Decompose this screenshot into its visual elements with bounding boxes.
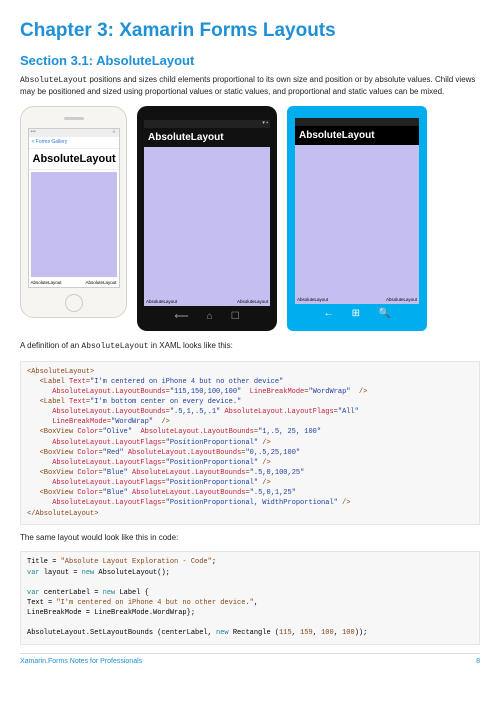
label-bl: AbsoluteLayout xyxy=(297,297,328,303)
page-number: 8 xyxy=(476,657,480,666)
csharp-code-block: Title = "Absolute Layout Exploration - C… xyxy=(20,551,480,644)
code-caption: The same layout would look like this in … xyxy=(20,533,480,544)
chapter-title: Chapter 3: Xamarin Forms Layouts xyxy=(20,18,480,44)
app-title: AbsoluteLayout xyxy=(295,126,419,146)
label-bl: AbsoluteLayout xyxy=(31,280,62,286)
breadcrumb: < Forms Gallery xyxy=(29,137,119,149)
android-mockup: ▾ ▪ AbsoluteLayout AbsoluteLayout Absolu… xyxy=(137,106,277,331)
xaml-code-block: <AbsoluteLayout> <Label Text="I'm center… xyxy=(20,361,480,525)
iphone-mockup: •••⏚ < Forms Gallery AbsoluteLayout Abso… xyxy=(20,106,127,318)
app-title: AbsoluteLayout xyxy=(29,149,119,171)
section-title: Section 3.1: AbsoluteLayout xyxy=(20,52,480,70)
xaml-caption: A definition of an AbsoluteLayout in XAM… xyxy=(20,341,480,353)
label-br: AbsoluteLayout xyxy=(386,297,417,303)
device-mockups: •••⏚ < Forms Gallery AbsoluteLayout Abso… xyxy=(20,106,480,331)
label-br: AbsoluteLayout xyxy=(85,280,116,286)
search-icon: 🔍 xyxy=(378,307,390,321)
intro-paragraph: AbsoluteLayout positions and sizes child… xyxy=(20,75,480,98)
recents-icon: ☐ xyxy=(231,310,240,324)
home-icon: ⊞ xyxy=(352,307,360,321)
page-footer: Xamarin.Forms Notes for Professionals 8 xyxy=(20,653,480,666)
app-title: AbsoluteLayout xyxy=(144,128,270,148)
back-icon: ← xyxy=(324,307,334,321)
label-bl: AbsoluteLayout xyxy=(146,299,177,305)
back-icon: ⟵ xyxy=(174,310,188,324)
home-icon: ⌂ xyxy=(207,310,213,324)
label-br: AbsoluteLayout xyxy=(237,299,268,305)
winphone-mockup: AbsoluteLayout AbsoluteLayout AbsoluteLa… xyxy=(287,106,427,331)
footer-left: Xamarin.Forms Notes for Professionals xyxy=(20,657,142,666)
